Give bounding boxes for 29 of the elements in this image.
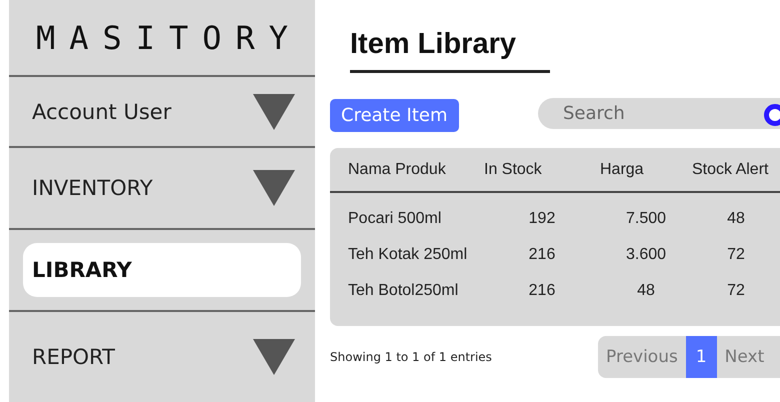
sidebar-item[interactable]: Account User [23,84,253,138]
sidebar-item[interactable]: REPORT [23,330,253,384]
table-cell-text: 48 [726,210,746,228]
pagination-button[interactable]: 1 [686,336,717,378]
table-cell-text: 72 [726,246,746,264]
entries-info: Showing 1 to 1 of 1 entries [330,350,492,364]
sidebar-item[interactable]: INVENTORY [23,161,253,215]
dropdown-arrow-icon[interactable] [253,94,295,130]
table-cell-text: Pocari 500ml [348,210,442,228]
sidebar-item[interactable]: LIBRARY [23,243,301,297]
column-header: Stock Alert [692,160,770,178]
column-header: In Stock [484,160,543,178]
table-cell-text: 192 [528,210,556,228]
table-cell-text: 7.500 [624,210,668,228]
dropdown-arrow-icon[interactable] [253,339,295,375]
table-cell-text: Teh Kotak 250ml [348,246,468,264]
table-cell-text: 3.600 [624,246,668,264]
table-cell-text: Teh Botol250ml [348,282,460,300]
column-header: Harga [600,160,645,178]
table-cell-text: 216 [528,246,556,264]
dropdown-arrow-icon[interactable] [253,170,295,206]
app-logo: MASITORY [36,18,302,56]
search-field[interactable]: Search [538,98,780,129]
column-header: Nama Produk [348,160,447,178]
create-item-button[interactable]: Create Item [330,99,459,132]
table-cell-text: 216 [528,282,556,300]
table-cell-text: 72 [726,282,746,300]
table-cell-text: 48 [636,282,656,300]
page-title: Item Library [350,28,550,73]
